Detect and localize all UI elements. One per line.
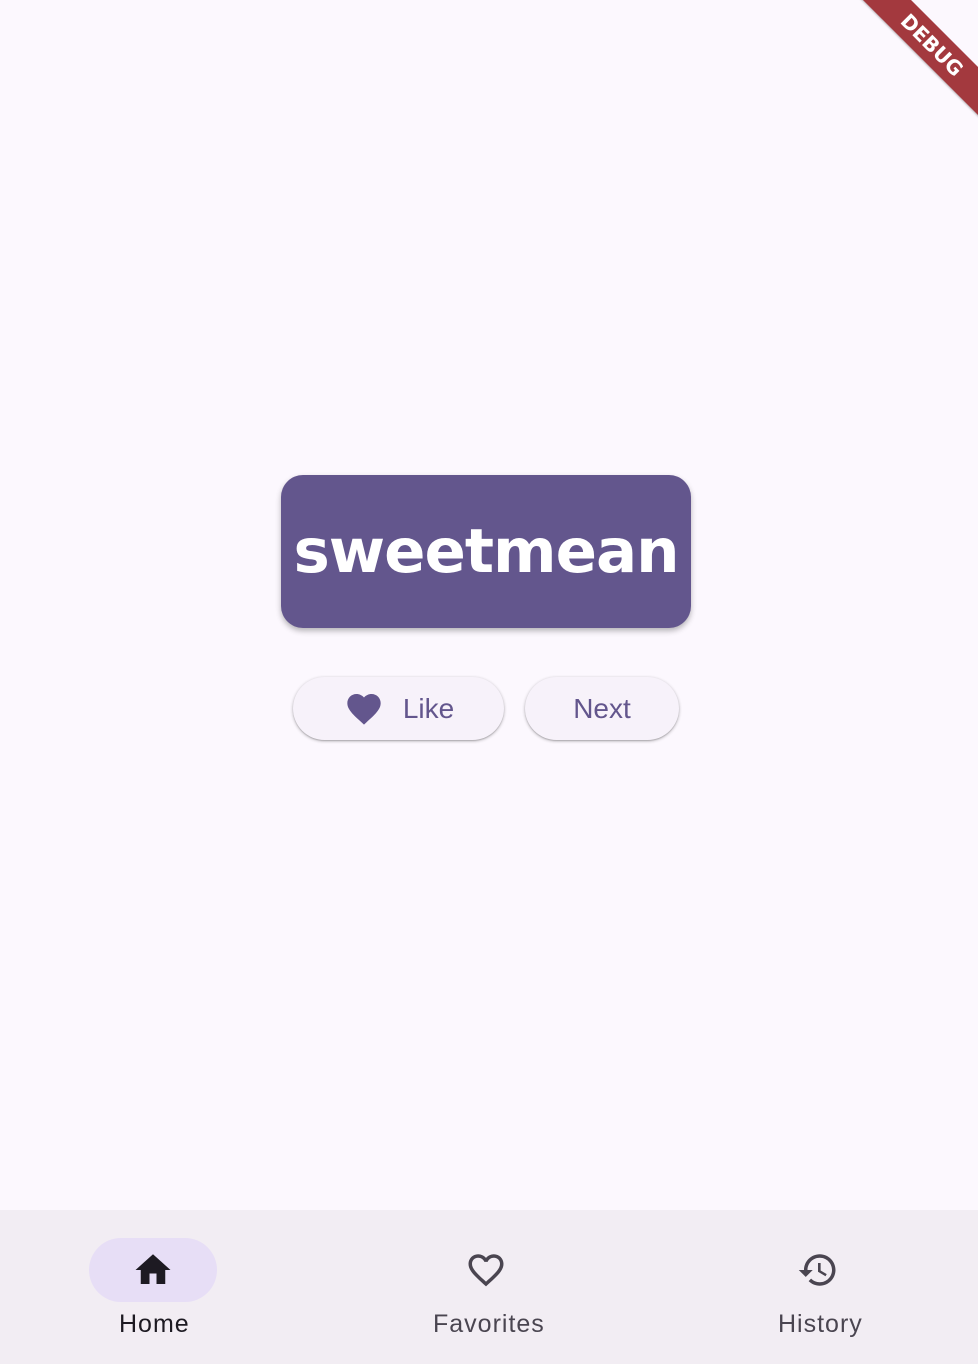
heart-outline-icon — [468, 1254, 504, 1287]
like-button[interactable]: Like — [293, 677, 504, 740]
app-root: sweetmean Like Next Home Favorites Histo… — [0, 0, 978, 1364]
nav-item-favorites[interactable]: Favorites — [326, 1210, 652, 1364]
home-icon — [135, 1254, 171, 1284]
next-button-label: Next — [573, 692, 631, 724]
nav-item-history[interactable]: History — [652, 1210, 978, 1364]
heart-filled-icon — [347, 693, 381, 725]
nav-item-label: History — [778, 1310, 863, 1338]
nav-item-home[interactable]: Home — [0, 1210, 326, 1364]
nav-item-label: Favorites — [433, 1310, 545, 1338]
word-pair-text: sweetmean — [293, 516, 679, 587]
bottom-navigation-bar: Home Favorites History — [0, 1210, 978, 1364]
history-icon — [798, 1254, 836, 1286]
nav-item-label: Home — [119, 1310, 190, 1338]
word-pair-card: sweetmean — [281, 475, 691, 628]
like-button-label: Like — [402, 692, 455, 724]
main-content: sweetmean Like Next — [0, 0, 978, 1210]
next-button[interactable]: Next — [525, 677, 679, 740]
